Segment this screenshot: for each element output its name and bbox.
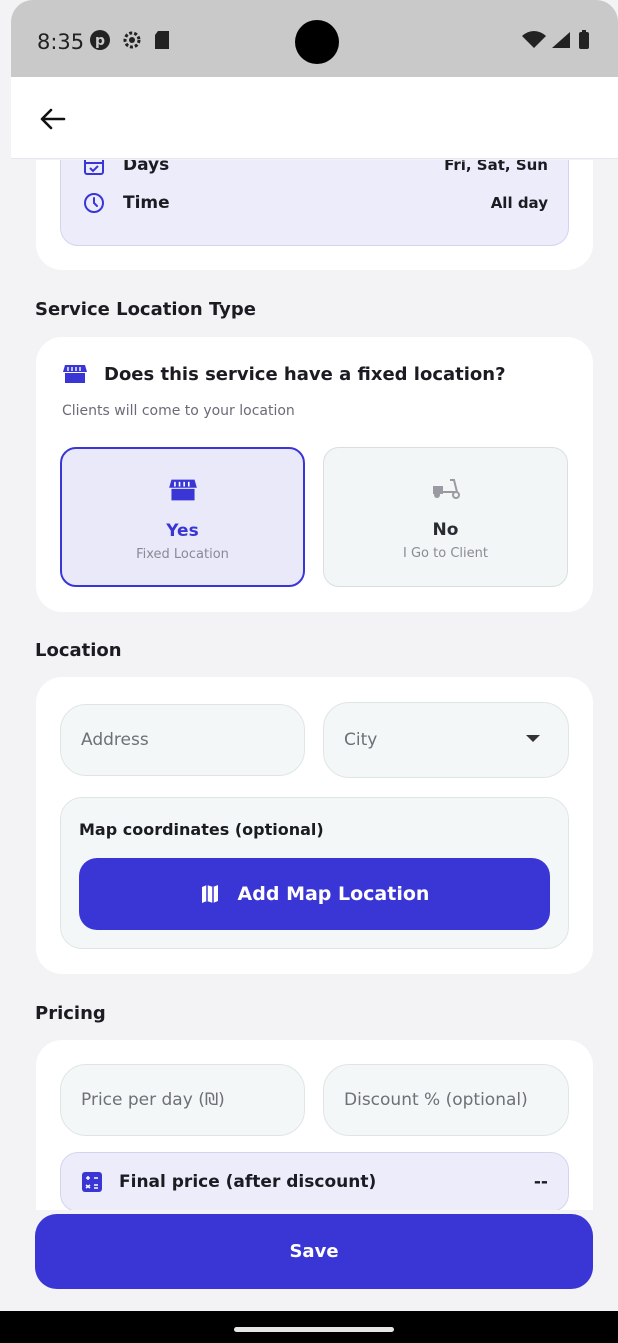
location-question-row: Does this service have a fixed location? [62, 363, 506, 385]
status-system-icons [522, 30, 590, 50]
sd-card-icon [155, 31, 169, 49]
chevron-down-icon [526, 735, 540, 742]
option-no-subtitle: I Go to Client [403, 546, 488, 561]
map-coordinates-box: Map coordinates (optional) Add Map Locat… [60, 797, 569, 949]
clock-icon [84, 193, 104, 213]
days-value: Fri, Sat, Sun [444, 160, 548, 174]
location-question-subtitle: Clients will come to your location [62, 403, 295, 419]
status-bar: 8:35 p [11, 0, 618, 77]
location-section-title: Location [35, 640, 122, 661]
add-map-location-label: Add Map Location [237, 883, 430, 905]
pinterest-icon: p [90, 30, 110, 50]
price-placeholder: Price per day (₪) [81, 1090, 225, 1110]
pricing-card: Price per day (₪) Discount % (optional) … [36, 1040, 593, 1210]
location-type-card: Does this service have a fixed location?… [36, 337, 593, 612]
form-scroll-area[interactable]: Days Fri, Sat, Sun Time All day Service … [11, 160, 618, 1210]
home-indicator[interactable] [234, 1327, 394, 1332]
wifi-icon [522, 31, 546, 48]
pricing-section-title: Pricing [35, 1003, 106, 1024]
camera-cutout [295, 20, 339, 64]
discount-input[interactable]: Discount % (optional) [323, 1064, 569, 1136]
location-type-section-title: Service Location Type [35, 299, 256, 320]
svg-text:p: p [95, 33, 105, 49]
scooter-icon [432, 479, 460, 499]
location-card: Address City Map coordinates (optional) … [36, 677, 593, 974]
calendar-check-icon [84, 160, 104, 175]
fixed-location-yes-option[interactable]: Yes Fixed Location [60, 447, 305, 587]
store-icon [63, 365, 87, 383]
schedule-card: Days Fri, Sat, Sun Time All day [36, 160, 593, 270]
discount-placeholder: Discount % (optional) [344, 1090, 528, 1110]
days-row: Days Fri, Sat, Sun [83, 160, 548, 180]
status-notification-icons: p [89, 29, 171, 51]
time-label: Time [123, 193, 170, 213]
status-time: 8:35 [37, 30, 85, 54]
option-yes-title: Yes [166, 521, 199, 541]
final-price-box: Final price (after discount) -- [60, 1152, 569, 1210]
back-arrow-icon[interactable] [37, 103, 69, 135]
store-icon [168, 479, 197, 501]
time-row: Time All day [83, 188, 548, 218]
final-price-label: Final price (after discount) [119, 1172, 377, 1192]
days-label: Days [123, 160, 170, 175]
add-map-location-button[interactable]: Add Map Location [79, 858, 550, 930]
system-navigation-bar [0, 1311, 618, 1343]
calculator-icon [82, 1172, 102, 1192]
battery-icon [579, 30, 589, 49]
app-bar [11, 77, 618, 159]
price-per-day-input[interactable]: Price per day (₪) [60, 1064, 305, 1136]
schedule-summary: Days Fri, Sat, Sun Time All day [60, 160, 569, 246]
settings-gear-icon [123, 31, 141, 49]
location-question: Does this service have a fixed location? [104, 363, 506, 385]
option-yes-subtitle: Fixed Location [136, 547, 229, 562]
map-coordinates-label: Map coordinates (optional) [79, 820, 324, 839]
option-no-title: No [432, 520, 459, 540]
time-value: All day [490, 194, 548, 212]
map-icon [201, 885, 218, 903]
final-price-value: -- [533, 1172, 548, 1192]
fixed-location-no-option[interactable]: No I Go to Client [323, 447, 568, 587]
signal-icon [552, 32, 570, 48]
address-placeholder: Address [81, 730, 149, 750]
city-select[interactable]: City [323, 702, 569, 778]
save-button[interactable]: Save [35, 1214, 593, 1289]
city-placeholder: City [344, 730, 378, 750]
address-input[interactable]: Address [60, 704, 305, 776]
